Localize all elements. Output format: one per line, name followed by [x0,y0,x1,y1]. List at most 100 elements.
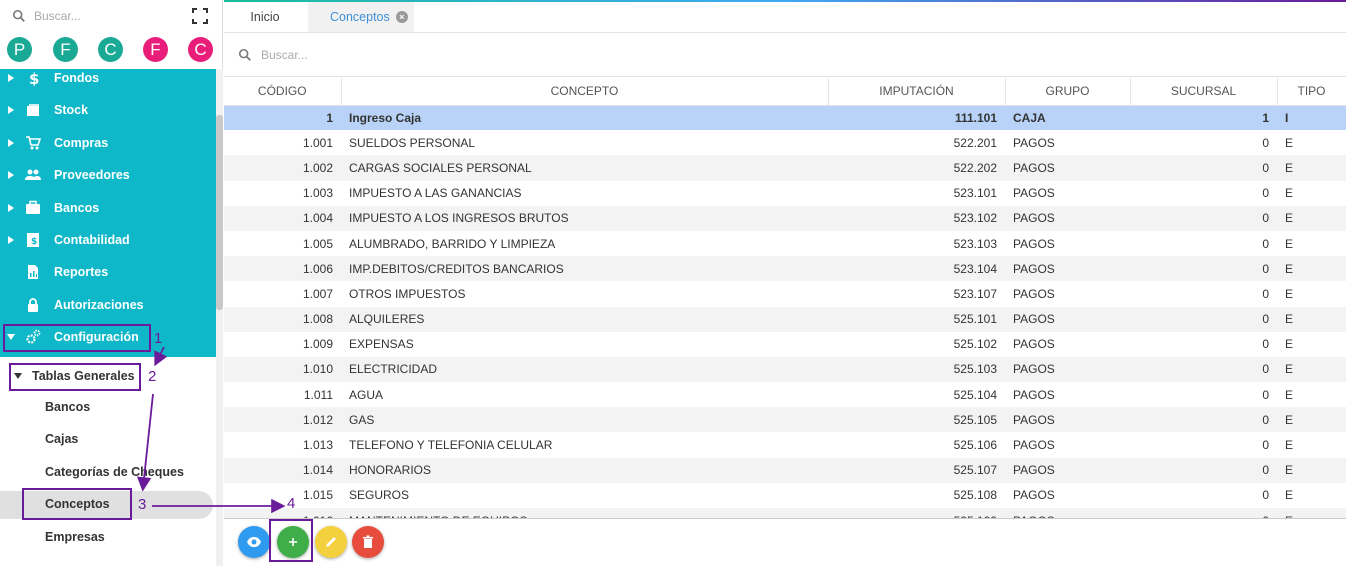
column-header-sucursal[interactable]: SUCURSAL [1130,78,1278,106]
avatar[interactable]: C [98,37,123,62]
table-row[interactable]: 1.004 IMPUESTO A LOS INGRESOS BRUTOS 523.1… [224,205,1346,231]
table-row[interactable]: 1.016MANTENIMIENTO DE EQUIPOS525.109PAGO… [224,508,1346,518]
submenu-item-empresas[interactable]: Empresas [45,530,105,544]
menu-label: Contabilidad [54,233,130,247]
cell-imputacion: 525.103 [828,356,1005,383]
menu-item-reportes[interactable]: Reportes [0,256,216,288]
avatar[interactable]: C [188,37,213,62]
cell-imputacion: 525.104 [953,387,997,402]
avatar[interactable]: P [7,37,32,62]
menu-item-proveedores[interactable]: Proveedores [0,159,216,191]
table-row[interactable]: 1.012 GAS 525.105 PAGOS 0 E [224,407,1346,433]
table-row[interactable]: 1.011 AGUA 525.104 PAGOS 0 E [224,382,1346,407]
dollar-icon: $ [29,70,39,86]
annotation-number: 1 [154,330,163,347]
column-header-codigo[interactable]: CÓDIGO [224,78,342,106]
cell-grupo: PAGOS [1005,356,1130,383]
cell-concepto: GAS [341,407,828,433]
fullscreen-icon[interactable] [192,8,208,24]
chevron-right-icon [8,106,14,114]
cell-grupo: PAGOS [1005,256,1130,282]
cell-tipo: E [1277,508,1346,518]
avatar[interactable]: F [143,37,168,62]
sidebar-search-input[interactable] [34,9,174,23]
column-header-concepto[interactable]: CONCEPTO [341,78,829,106]
svg-text:$: $ [29,70,39,86]
annotation-box-configuracion [3,324,151,352]
column-header-tipo[interactable]: TIPO [1277,78,1346,106]
annotation-box-add-button [269,519,313,562]
cell-sucursal: 0 [1262,438,1269,453]
cell-grupo: PAGOS [1013,236,1055,251]
cell-tipo: E [1285,337,1294,352]
cell-concepto: ELECTRICIDAD [341,356,828,383]
menu-item-contabilidad[interactable]: $ Contabilidad [0,224,216,256]
tab-label: Conceptos [330,10,390,24]
cell-tipo: E [1277,205,1346,231]
table-row[interactable]: 1.002 CARGAS SOCIALES PERSONAL 522.202 PAGO… [224,155,1346,181]
menu-label: Stock [54,103,89,117]
tab-inicio[interactable]: Inicio [224,2,306,32]
menu-item-fondos[interactable]: $ Fondos [0,62,216,94]
menu-label: Fondos [54,71,100,85]
cell-tipo: E [1277,356,1346,383]
submenu-item-categorias-cheques[interactable]: Categorías de Cheques [45,465,184,479]
cell-grupo: PAGOS [1013,135,1055,150]
cell-imputacion: 525.108 [953,488,997,503]
column-header-grupo[interactable]: GRUPO [1005,78,1131,106]
cell-sucursal: 0 [1130,256,1277,282]
chevron-right-icon [8,236,14,244]
table-row[interactable]: 1.013 TELEFONO Y TELEFONIA CELULAR 525.106… [224,432,1346,457]
table-row[interactable]: 1.010 ELECTRICIDAD 525.103 PAGOS 0 E [224,356,1346,383]
edit-button[interactable] [315,526,347,558]
cell-imputacion: 525.106 [953,438,997,453]
cell-imputacion: 523.101 [953,186,997,201]
table-row[interactable]: 1.008 ALQUILERES 525.101 PAGOS 0 E [224,306,1346,332]
menu-item-compras[interactable]: Compras [0,127,216,159]
table-row[interactable]: 1 Ingreso Caja 111.101 CAJA 1 I [224,105,1346,131]
cart-icon [26,136,41,150]
delete-button[interactable] [352,526,384,558]
table-row[interactable]: 1.005 ALUMBRADO, BARRIDO Y LIMPIEZA 523.10… [224,231,1346,256]
view-button[interactable] [238,526,270,558]
cell-sucursal: 0 [1130,155,1277,181]
cell-imputacion: 523.103 [953,236,997,251]
cell-grupo: PAGOS [1013,337,1055,352]
close-icon[interactable]: × [395,11,408,23]
avatar-letter: P [13,39,26,59]
table-search-input[interactable] [261,47,561,62]
submenu-item-bancos[interactable]: Bancos [45,400,90,414]
avatar[interactable]: F [53,37,78,62]
cell-codigo: 1.011 [303,387,333,402]
briefcase-icon [26,200,40,214]
submenu-item-cajas[interactable]: Cajas [45,432,78,446]
tab-conceptos[interactable]: Conceptos × [308,2,414,32]
cell-grupo: CAJA [1005,105,1130,131]
table-row[interactable]: 1.007 OTROS IMPUESTOS 523.107 PAGOS 0 E [224,281,1346,306]
cell-grupo: PAGOS [1013,286,1055,301]
menu-item-autorizaciones[interactable]: Autorizaciones [0,289,216,321]
cell-concepto: IMPUESTO A LAS GANANCIAS [349,186,522,201]
chevron-right-icon [8,204,14,212]
sidebar-scroll-thumb[interactable] [216,115,223,310]
table-row[interactable]: 1.015 SEGUROS 525.108 PAGOS 0 E [224,483,1346,508]
cell-codigo: 1.002 [224,155,341,181]
chevron-right-icon [8,139,14,147]
cell-sucursal: 0 [1130,407,1277,433]
cell-imputacion: 525.101 [828,306,1005,332]
people-icon [25,169,41,180]
tab-bar: Inicio Conceptos × [224,2,1346,33]
conceptos-grid: CÓDIGO CONCEPTO IMPUTACIÓN GRUPO SUCURSA… [224,78,1346,518]
cell-sucursal: 0 [1262,387,1269,402]
table-row[interactable]: 1.014 HONORARIOS 525.107 PAGOS 0 E [224,457,1346,483]
sidebar: P F C F C $ Fondos Stock Compras [0,0,223,566]
table-row[interactable]: 1.003 IMPUESTO A LAS GANANCIAS 523.101 PAGO… [224,181,1346,206]
menu-item-stock[interactable]: Stock [0,94,216,126]
table-row[interactable]: 1.006 IMP.DEBITOS/CREDITOS BANCARIOS 523.1… [224,256,1346,282]
table-row[interactable]: 1.001 SUELDOS PERSONAL 522.201 PAGOS 0 E [224,130,1346,155]
cell-concepto: ALQUILERES [341,306,828,332]
table-row[interactable]: 1.009 EXPENSAS 525.102 PAGOS 0 E [224,332,1346,357]
menu-item-bancos[interactable]: Bancos [0,192,216,224]
cell-sucursal: 0 [1262,186,1269,201]
column-header-imputacion[interactable]: IMPUTACIÓN [828,78,1006,106]
